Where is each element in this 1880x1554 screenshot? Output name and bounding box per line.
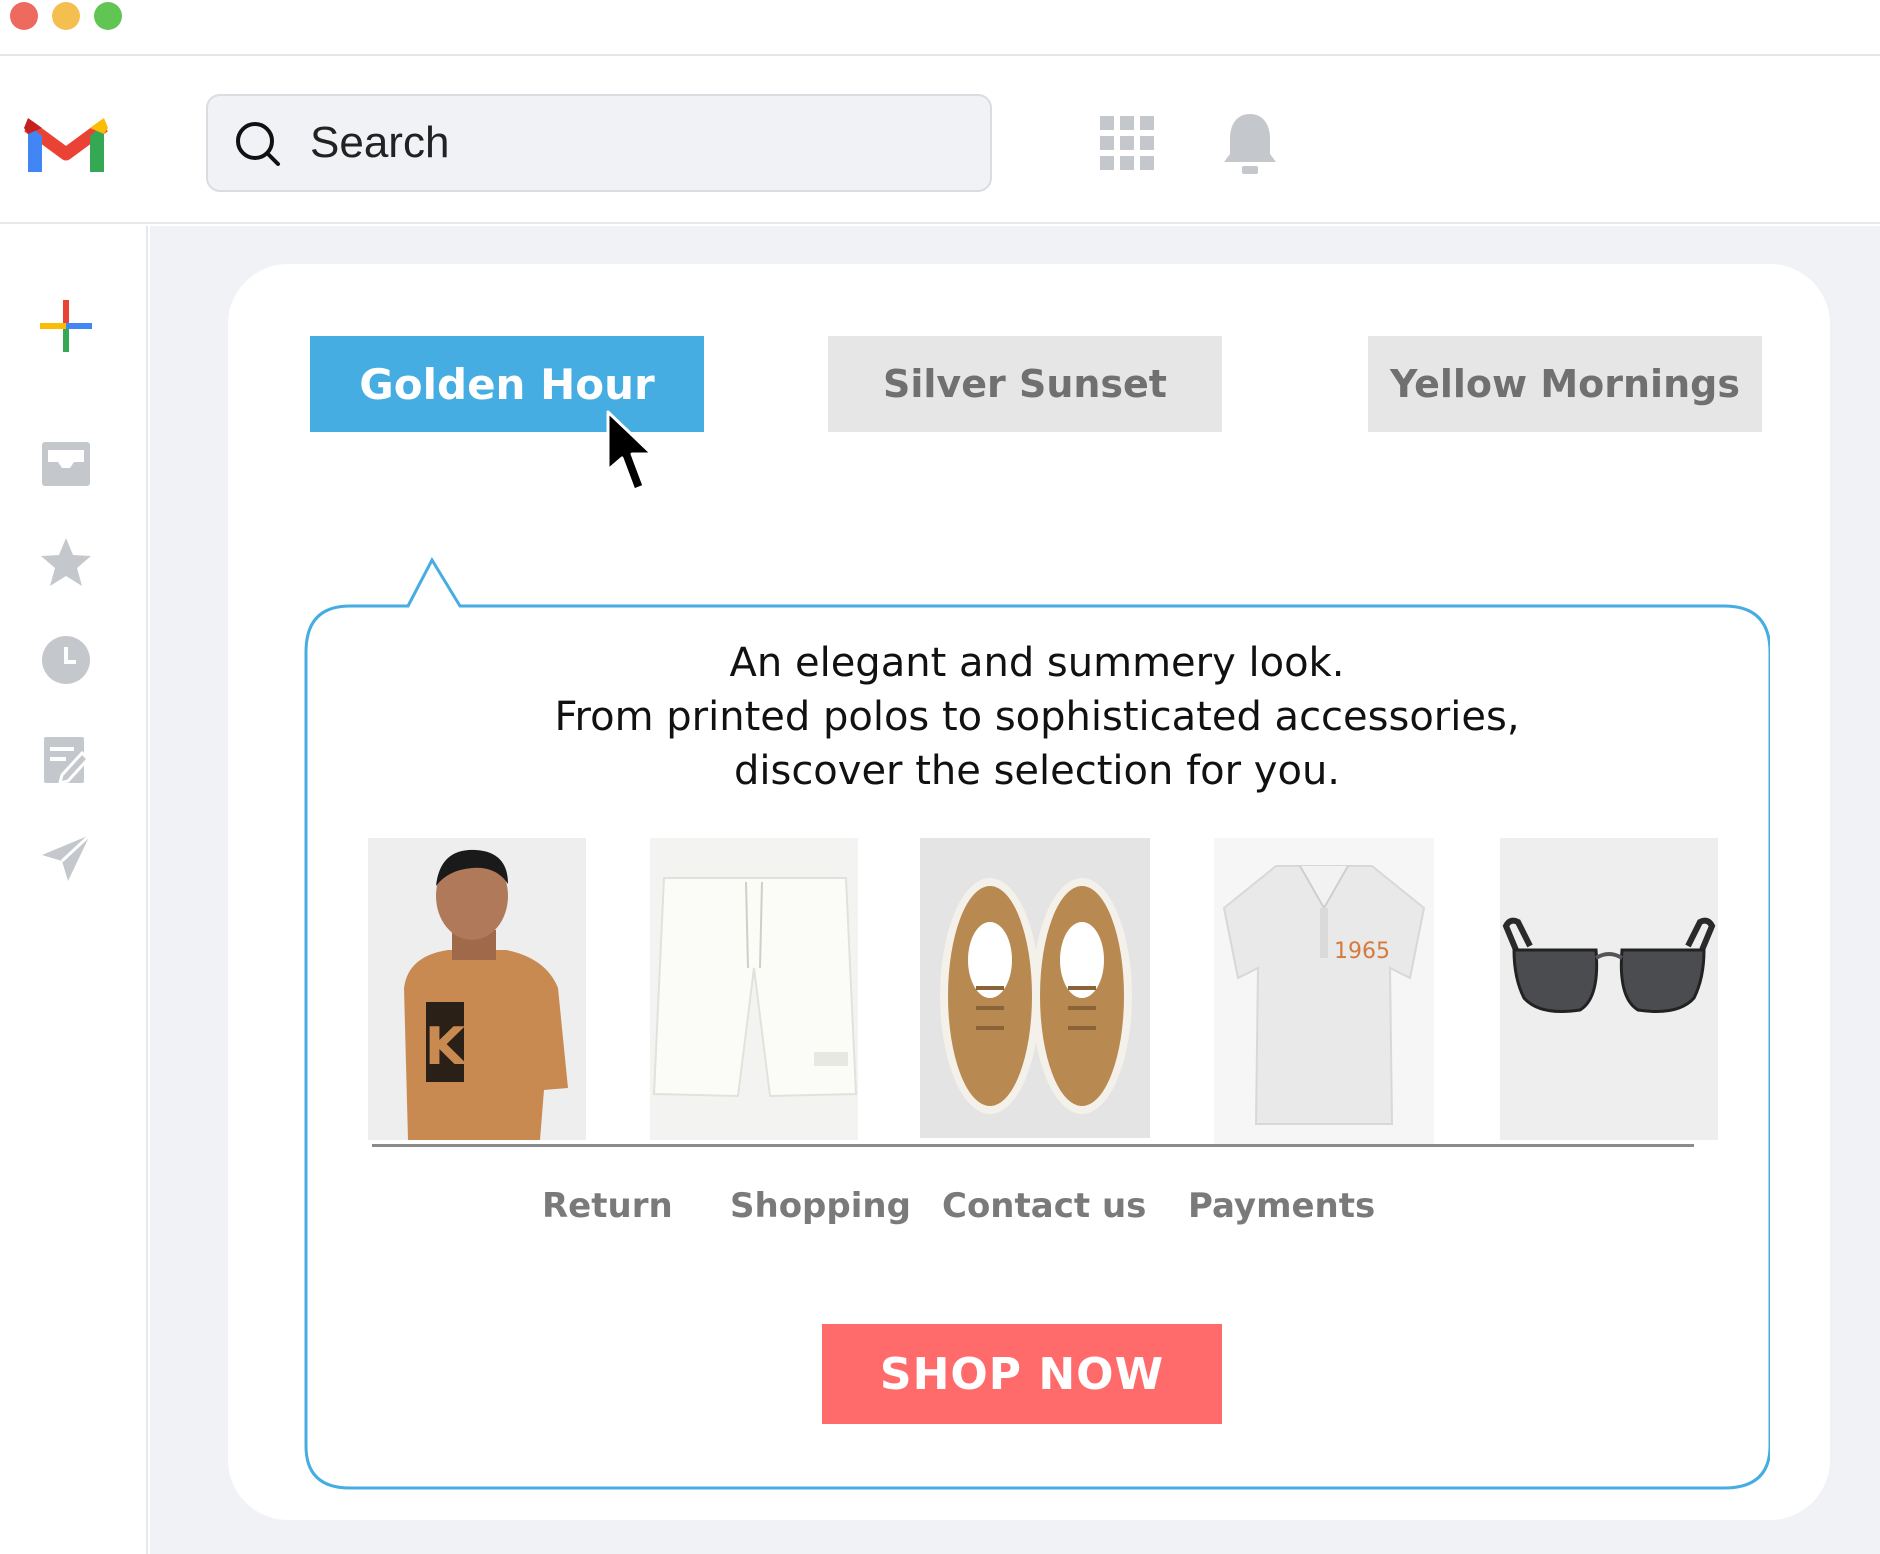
svg-text:1965: 1965 bbox=[1334, 939, 1390, 964]
product-sneakers-image[interactable] bbox=[920, 838, 1150, 1138]
gmail-logo-icon[interactable] bbox=[22, 108, 110, 178]
promo-line-2: From printed polos to sophisticated acce… bbox=[554, 694, 1520, 740]
product-sunglasses-image[interactable] bbox=[1500, 838, 1718, 1140]
clock-icon bbox=[42, 636, 90, 684]
product-shorts-image[interactable] bbox=[650, 838, 858, 1140]
drafts-icon bbox=[44, 737, 90, 785]
sidebar-item-sent[interactable] bbox=[36, 828, 96, 888]
apps-grid-icon[interactable] bbox=[1100, 116, 1154, 170]
sidebar bbox=[0, 226, 148, 1554]
product-polo-image[interactable]: 1965 bbox=[1214, 838, 1434, 1144]
sidebar-item-inbox[interactable] bbox=[36, 434, 96, 494]
minimize-window-button[interactable] bbox=[52, 2, 80, 30]
tab-yellow-mornings[interactable]: Yellow Mornings bbox=[1368, 336, 1762, 432]
promo-line-1: An elegant and summery look. bbox=[729, 640, 1345, 686]
product-tshirt-image[interactable]: K bbox=[368, 838, 586, 1140]
send-icon bbox=[42, 833, 92, 881]
sneakers-picture bbox=[920, 838, 1150, 1138]
footer-link-contact-us[interactable]: Contact us bbox=[942, 1186, 1146, 1226]
main-content: Golden Hour Silver Sunset Yellow Morning… bbox=[150, 226, 1880, 1554]
shorts-picture bbox=[650, 838, 858, 1140]
sidebar-item-starred[interactable] bbox=[36, 532, 96, 592]
email-card: Golden Hour Silver Sunset Yellow Morning… bbox=[228, 264, 1830, 1520]
compose-button[interactable] bbox=[36, 296, 96, 356]
search-bar[interactable] bbox=[206, 94, 992, 192]
tab-silver-sunset[interactable]: Silver Sunset bbox=[828, 336, 1222, 432]
mouse-cursor-icon bbox=[606, 410, 654, 492]
zoom-window-button[interactable] bbox=[94, 2, 122, 30]
bell-icon[interactable] bbox=[1220, 110, 1280, 176]
star-icon bbox=[41, 538, 91, 586]
tshirt-model-picture: K bbox=[368, 838, 586, 1140]
sidebar-item-snoozed[interactable] bbox=[36, 630, 96, 690]
footer-link-shopping[interactable]: Shopping bbox=[730, 1186, 911, 1226]
inbox-icon bbox=[42, 442, 90, 486]
promo-message: An elegant and summery look. From printe… bbox=[304, 636, 1770, 798]
footer-link-return[interactable]: Return bbox=[542, 1186, 673, 1226]
promo-line-3: discover the selection for you. bbox=[733, 748, 1341, 794]
sunglasses-picture bbox=[1500, 838, 1718, 1140]
polo-picture: 1965 bbox=[1214, 838, 1434, 1144]
app-header bbox=[0, 58, 1880, 224]
footer-link-payments[interactable]: Payments bbox=[1188, 1186, 1375, 1226]
footer-divider bbox=[372, 1144, 1694, 1147]
compose-plus-icon bbox=[40, 300, 92, 352]
app-window: Golden Hour Silver Sunset Yellow Morning… bbox=[0, 0, 1880, 1554]
tab-content-panel: An elegant and summery look. From printe… bbox=[304, 556, 1770, 1491]
svg-text:K: K bbox=[425, 1017, 467, 1077]
title-bar bbox=[0, 0, 1880, 56]
close-window-button[interactable] bbox=[10, 2, 38, 30]
sidebar-item-drafts[interactable] bbox=[36, 730, 96, 790]
search-input[interactable] bbox=[310, 114, 950, 172]
search-icon bbox=[236, 122, 280, 166]
shop-now-button[interactable]: SHOP NOW bbox=[822, 1324, 1222, 1424]
